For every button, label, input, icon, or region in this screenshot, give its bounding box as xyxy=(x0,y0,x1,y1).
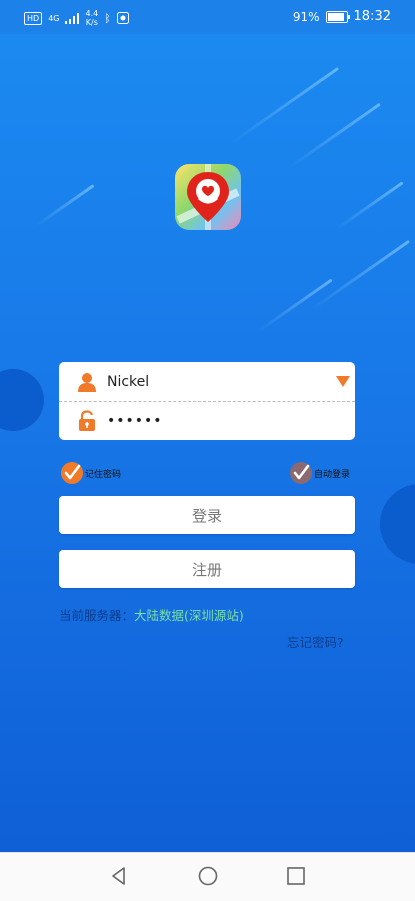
network-type: 4G xyxy=(48,13,60,23)
decor-streak xyxy=(289,102,381,169)
decor-bubble xyxy=(0,369,44,431)
server-info[interactable]: 当前服务器：大陆数据(深圳源站) xyxy=(59,605,244,624)
system-navigation-bar xyxy=(0,852,415,901)
lock-icon xyxy=(79,409,95,431)
remember-password-checkbox[interactable]: 记住密码 xyxy=(61,462,121,484)
clock: 18:32 xyxy=(353,9,391,24)
battery-icon xyxy=(325,10,350,23)
username-field[interactable]: Nickel xyxy=(59,362,355,402)
status-right: 91% 18:32 xyxy=(293,9,391,24)
decor-bubble xyxy=(380,484,415,564)
signal-icon xyxy=(65,12,80,24)
user-icon xyxy=(78,372,96,392)
status-bar: HD 4G 4.4 K/s ᛒ 91% 18:32 xyxy=(0,0,415,34)
location-heart-icon xyxy=(176,164,240,230)
decor-streak xyxy=(257,278,333,333)
notification-app-icon xyxy=(116,12,129,24)
checkbox-checked xyxy=(61,462,83,484)
home-icon[interactable] xyxy=(197,865,219,887)
remember-password-label: 记住密码 xyxy=(85,469,122,480)
speed-unit: K/s xyxy=(85,18,98,27)
login-button[interactable]: 登录 xyxy=(59,496,355,534)
speed-value: 4.4 xyxy=(85,9,99,18)
checkmark-icon xyxy=(293,464,310,480)
decor-streak xyxy=(336,181,404,230)
hd-badge: HD xyxy=(24,11,43,25)
status-left: HD 4G 4.4 K/s ᛒ xyxy=(24,9,129,27)
forgot-password-link[interactable]: 忘记密码? xyxy=(287,632,344,651)
register-button[interactable]: 注册 xyxy=(59,550,355,588)
checkbox-checked xyxy=(290,462,312,484)
app-logo xyxy=(175,164,241,230)
login-form: Nickel •••••• xyxy=(59,362,355,440)
decor-streak xyxy=(309,239,411,312)
decor-streak xyxy=(230,66,340,145)
checkmark-icon xyxy=(64,464,81,480)
login-screen: Nickel •••••• 记住密码 自动登录 登录 注册 当前服务器：大陆数据… xyxy=(0,34,415,852)
password-value: •••••• xyxy=(107,412,163,429)
password-field[interactable]: •••••• xyxy=(59,401,355,440)
server-label: 当前服务器： xyxy=(59,608,135,623)
username-value: Nickel xyxy=(107,373,150,390)
triangle-down-icon[interactable] xyxy=(336,376,350,387)
decor-streak xyxy=(35,184,95,227)
server-value[interactable]: 大陆数据(深圳源站) xyxy=(134,608,244,623)
auto-login-label: 自动登录 xyxy=(314,469,351,480)
back-icon[interactable] xyxy=(108,865,130,887)
bluetooth-icon: ᛒ xyxy=(104,11,111,25)
network-speed: 4.4 K/s xyxy=(85,9,98,27)
battery-percent: 91% xyxy=(292,9,320,24)
auto-login-checkbox[interactable]: 自动登录 xyxy=(290,462,350,484)
recents-icon[interactable] xyxy=(285,865,307,887)
